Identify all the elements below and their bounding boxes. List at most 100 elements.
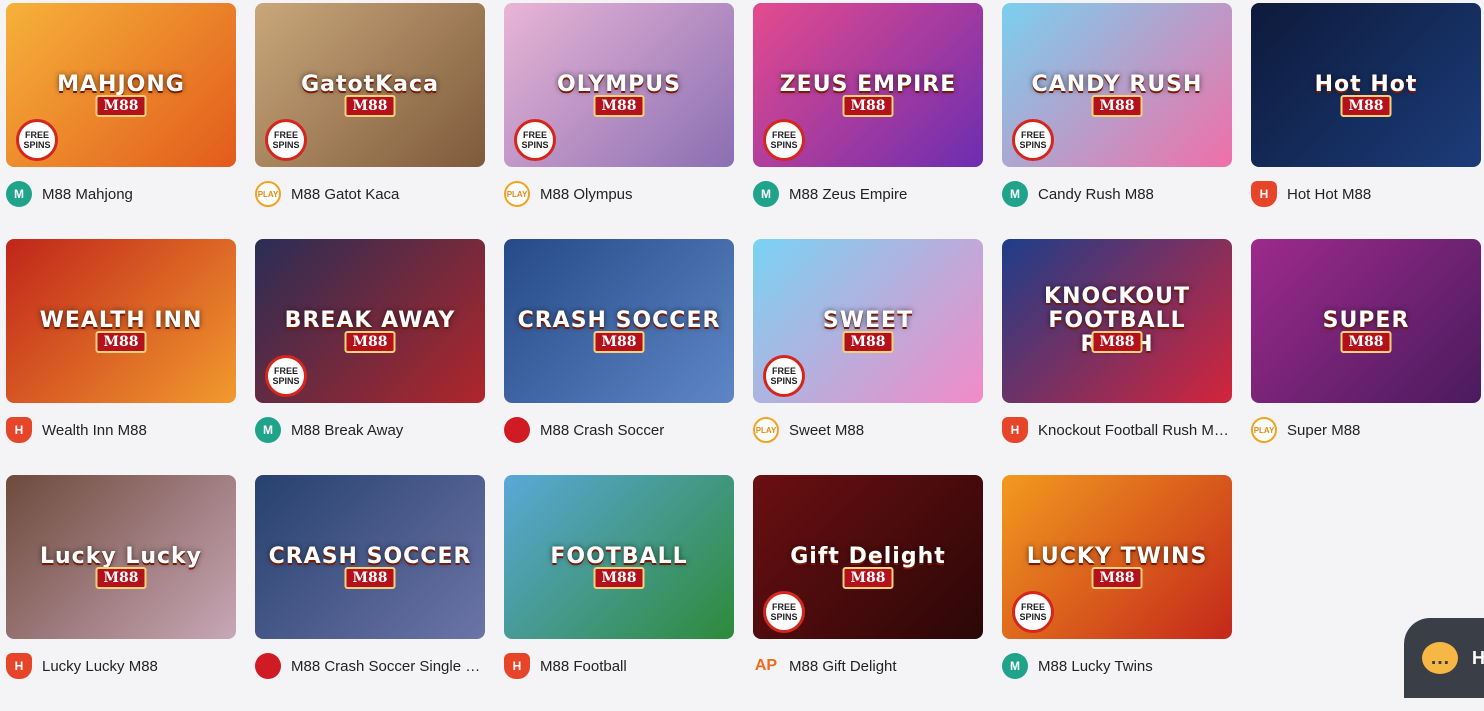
m88-logo: M88 [842,567,894,589]
game-thumbnail[interactable]: BREAK AWAY M88 FREE SPINS [255,239,485,403]
provider-pp-icon: PLAY [504,181,530,207]
game-card[interactable]: SWEET M88 FREE SPINS PLAY Sweet M88 [753,239,983,475]
provider-micro-icon: M [6,181,32,207]
game-card[interactable]: WEALTH INN M88 H Wealth Inn M88 [6,239,236,475]
game-art-title: SUPER [1322,307,1410,333]
game-art-title: ZEUS EMPIRE [779,71,957,97]
m88-logo: M88 [1340,331,1392,353]
game-card[interactable]: Gift Delight M88 FREE SPINS AP M88 Gift Deli… [753,475,983,711]
m88-logo: M88 [95,567,147,589]
game-name[interactable]: Hot Hot M88 [1287,186,1479,203]
chat-bubble-icon: … [1422,642,1458,674]
provider-micro-icon: M [753,181,779,207]
game-art-title: CRASH SOCCER [517,307,721,333]
game-thumbnail[interactable]: KNOCKOUT FOOTBALL RUSHM88 [1002,239,1232,403]
game-thumbnail[interactable]: CRASH SOCCER M88 [255,475,485,639]
m88-logo: M88 [344,331,396,353]
game-thumbnail[interactable]: ZEUS EMPIRE M88 FREE SPINS [753,3,983,167]
provider-red-icon [504,417,530,443]
provider-red-icon [255,653,281,679]
game-thumbnail[interactable]: LUCKY TWINS M88 FREE SPINS [1002,475,1232,639]
free-spins-badge: FREE SPINS [16,119,58,161]
game-thumbnail[interactable]: FOOTBALL M88 [504,475,734,639]
provider-hab-icon: H [1002,417,1028,443]
m88-logo: M88 [593,567,645,589]
game-name[interactable]: Wealth Inn M88 [42,422,234,439]
m88-logo: M88 [1340,95,1392,117]
free-spins-badge: FREE SPINS [1012,591,1054,633]
provider-hab-icon: H [6,417,32,443]
game-name[interactable]: M88 Break Away [291,422,483,439]
m88-logo: M88 [95,331,147,353]
game-card[interactable]: Lucky Lucky M88 H Lucky Lucky M88 [6,475,236,711]
game-card[interactable]: GatotKaca M88 FREE SPINS PLAY M88 Gatot Kaca [255,3,485,239]
game-art-title: OLYMPUS [557,71,681,97]
provider-pp-icon: PLAY [1251,417,1277,443]
provider-pp-icon: PLAY [255,181,281,207]
game-name[interactable]: M88 Olympus [540,186,732,203]
game-card[interactable]: BREAK AWAY M88 FREE SPINS M M88 Break Away [255,239,485,475]
game-thumbnail[interactable]: MAHJONG M88 FREE SPINS [6,3,236,167]
m88-logo: M88 [1091,95,1143,117]
game-art-title: FOOTBALL [550,543,688,569]
game-card[interactable]: OLYMPUS M88 FREE SPINS PLAY M88 Olympus [504,3,734,239]
game-name[interactable]: Candy Rush M88 [1038,186,1230,203]
game-art-title: BREAK AWAY [284,307,456,333]
provider-ap-icon: AP [754,657,778,674]
game-name[interactable]: M88 Crash Soccer Single Player [291,658,483,675]
free-spins-badge: FREE SPINS [763,355,805,397]
game-thumbnail[interactable]: WEALTH INN M88 [6,239,236,403]
game-art-title: Hot Hot [1314,71,1418,97]
game-art-title: MAHJONG [57,71,185,97]
game-name[interactable]: M88 Mahjong [42,186,234,203]
game-thumbnail[interactable]: SUPER M88 [1251,239,1481,403]
free-spins-badge: FREE SPINS [265,119,307,161]
game-name[interactable]: M88 Gift Delight [789,658,981,675]
game-art-title: WEALTH INN [39,307,203,333]
game-card[interactable]: LUCKY TWINS M88 FREE SPINS M M88 Lucky Twins [1002,475,1232,711]
game-card[interactable]: ZEUS EMPIRE M88 FREE SPINS M M88 Zeus Empire [753,3,983,239]
game-art-title: Gift Delight [790,543,946,569]
game-name[interactable]: M88 Zeus Empire [789,186,981,203]
game-thumbnail[interactable]: Lucky Lucky M88 [6,475,236,639]
m88-logo: M88 [593,331,645,353]
game-card[interactable]: MAHJONG M88 FREE SPINS M M88 Mahjong [6,3,236,239]
provider-hab-icon: H [504,653,530,679]
game-thumbnail[interactable]: GatotKaca M88 FREE SPINS [255,3,485,167]
game-art-title: SWEET [822,307,914,333]
game-name[interactable]: M88 Crash Soccer [540,422,732,439]
game-card[interactable]: KNOCKOUT FOOTBALL RUSHM88 H Knockout Footb… [1002,239,1232,475]
free-spins-badge: FREE SPINS [514,119,556,161]
game-name[interactable]: Lucky Lucky M88 [42,658,234,675]
game-name[interactable]: Super M88 [1287,422,1479,439]
free-spins-badge: FREE SPINS [763,119,805,161]
game-card[interactable]: CRASH SOCCER M88 M88 Crash Soccer Single P… [255,475,485,711]
game-art-title: CANDY RUSH [1031,71,1203,97]
game-thumbnail[interactable]: CANDY RUSH M88 FREE SPINS [1002,3,1232,167]
game-name[interactable]: M88 Gatot Kaca [291,186,483,203]
game-card[interactable]: Hot Hot M88 H Hot Hot M88 [1251,3,1481,239]
game-thumbnail[interactable]: OLYMPUS M88 FREE SPINS [504,3,734,167]
game-thumbnail[interactable]: SWEET M88 FREE SPINS [753,239,983,403]
game-thumbnail[interactable]: Hot Hot M88 [1251,3,1481,167]
m88-logo: M88 [344,95,396,117]
free-spins-badge: FREE SPINS [265,355,307,397]
game-art-title: GatotKaca [301,71,439,97]
game-name[interactable]: Sweet M88 [789,422,981,439]
live-chat-button[interactable]: … H [1404,618,1484,698]
game-card[interactable]: CANDY RUSH M88 FREE SPINS M Candy Rush M88 [1002,3,1232,239]
game-name[interactable]: Knockout Football Rush M88 [1038,422,1230,439]
game-name[interactable]: M88 Lucky Twins [1038,658,1230,675]
provider-micro-icon: M [1002,181,1028,207]
m88-logo: M88 [1091,567,1143,589]
free-spins-badge: FREE SPINS [1012,119,1054,161]
game-thumbnail[interactable]: CRASH SOCCER M88 [504,239,734,403]
game-thumbnail[interactable]: Gift Delight M88 FREE SPINS [753,475,983,639]
game-card[interactable]: CRASH SOCCER M88 M88 Crash Soccer [504,239,734,475]
m88-logo: M88 [593,95,645,117]
m88-logo: M88 [842,95,894,117]
game-card[interactable]: FOOTBALL M88 H M88 Football [504,475,734,711]
game-card[interactable]: SUPER M88 PLAY Super M88 [1251,239,1481,475]
game-name[interactable]: M88 Football [540,658,732,675]
game-art-title: CRASH SOCCER [268,543,472,569]
